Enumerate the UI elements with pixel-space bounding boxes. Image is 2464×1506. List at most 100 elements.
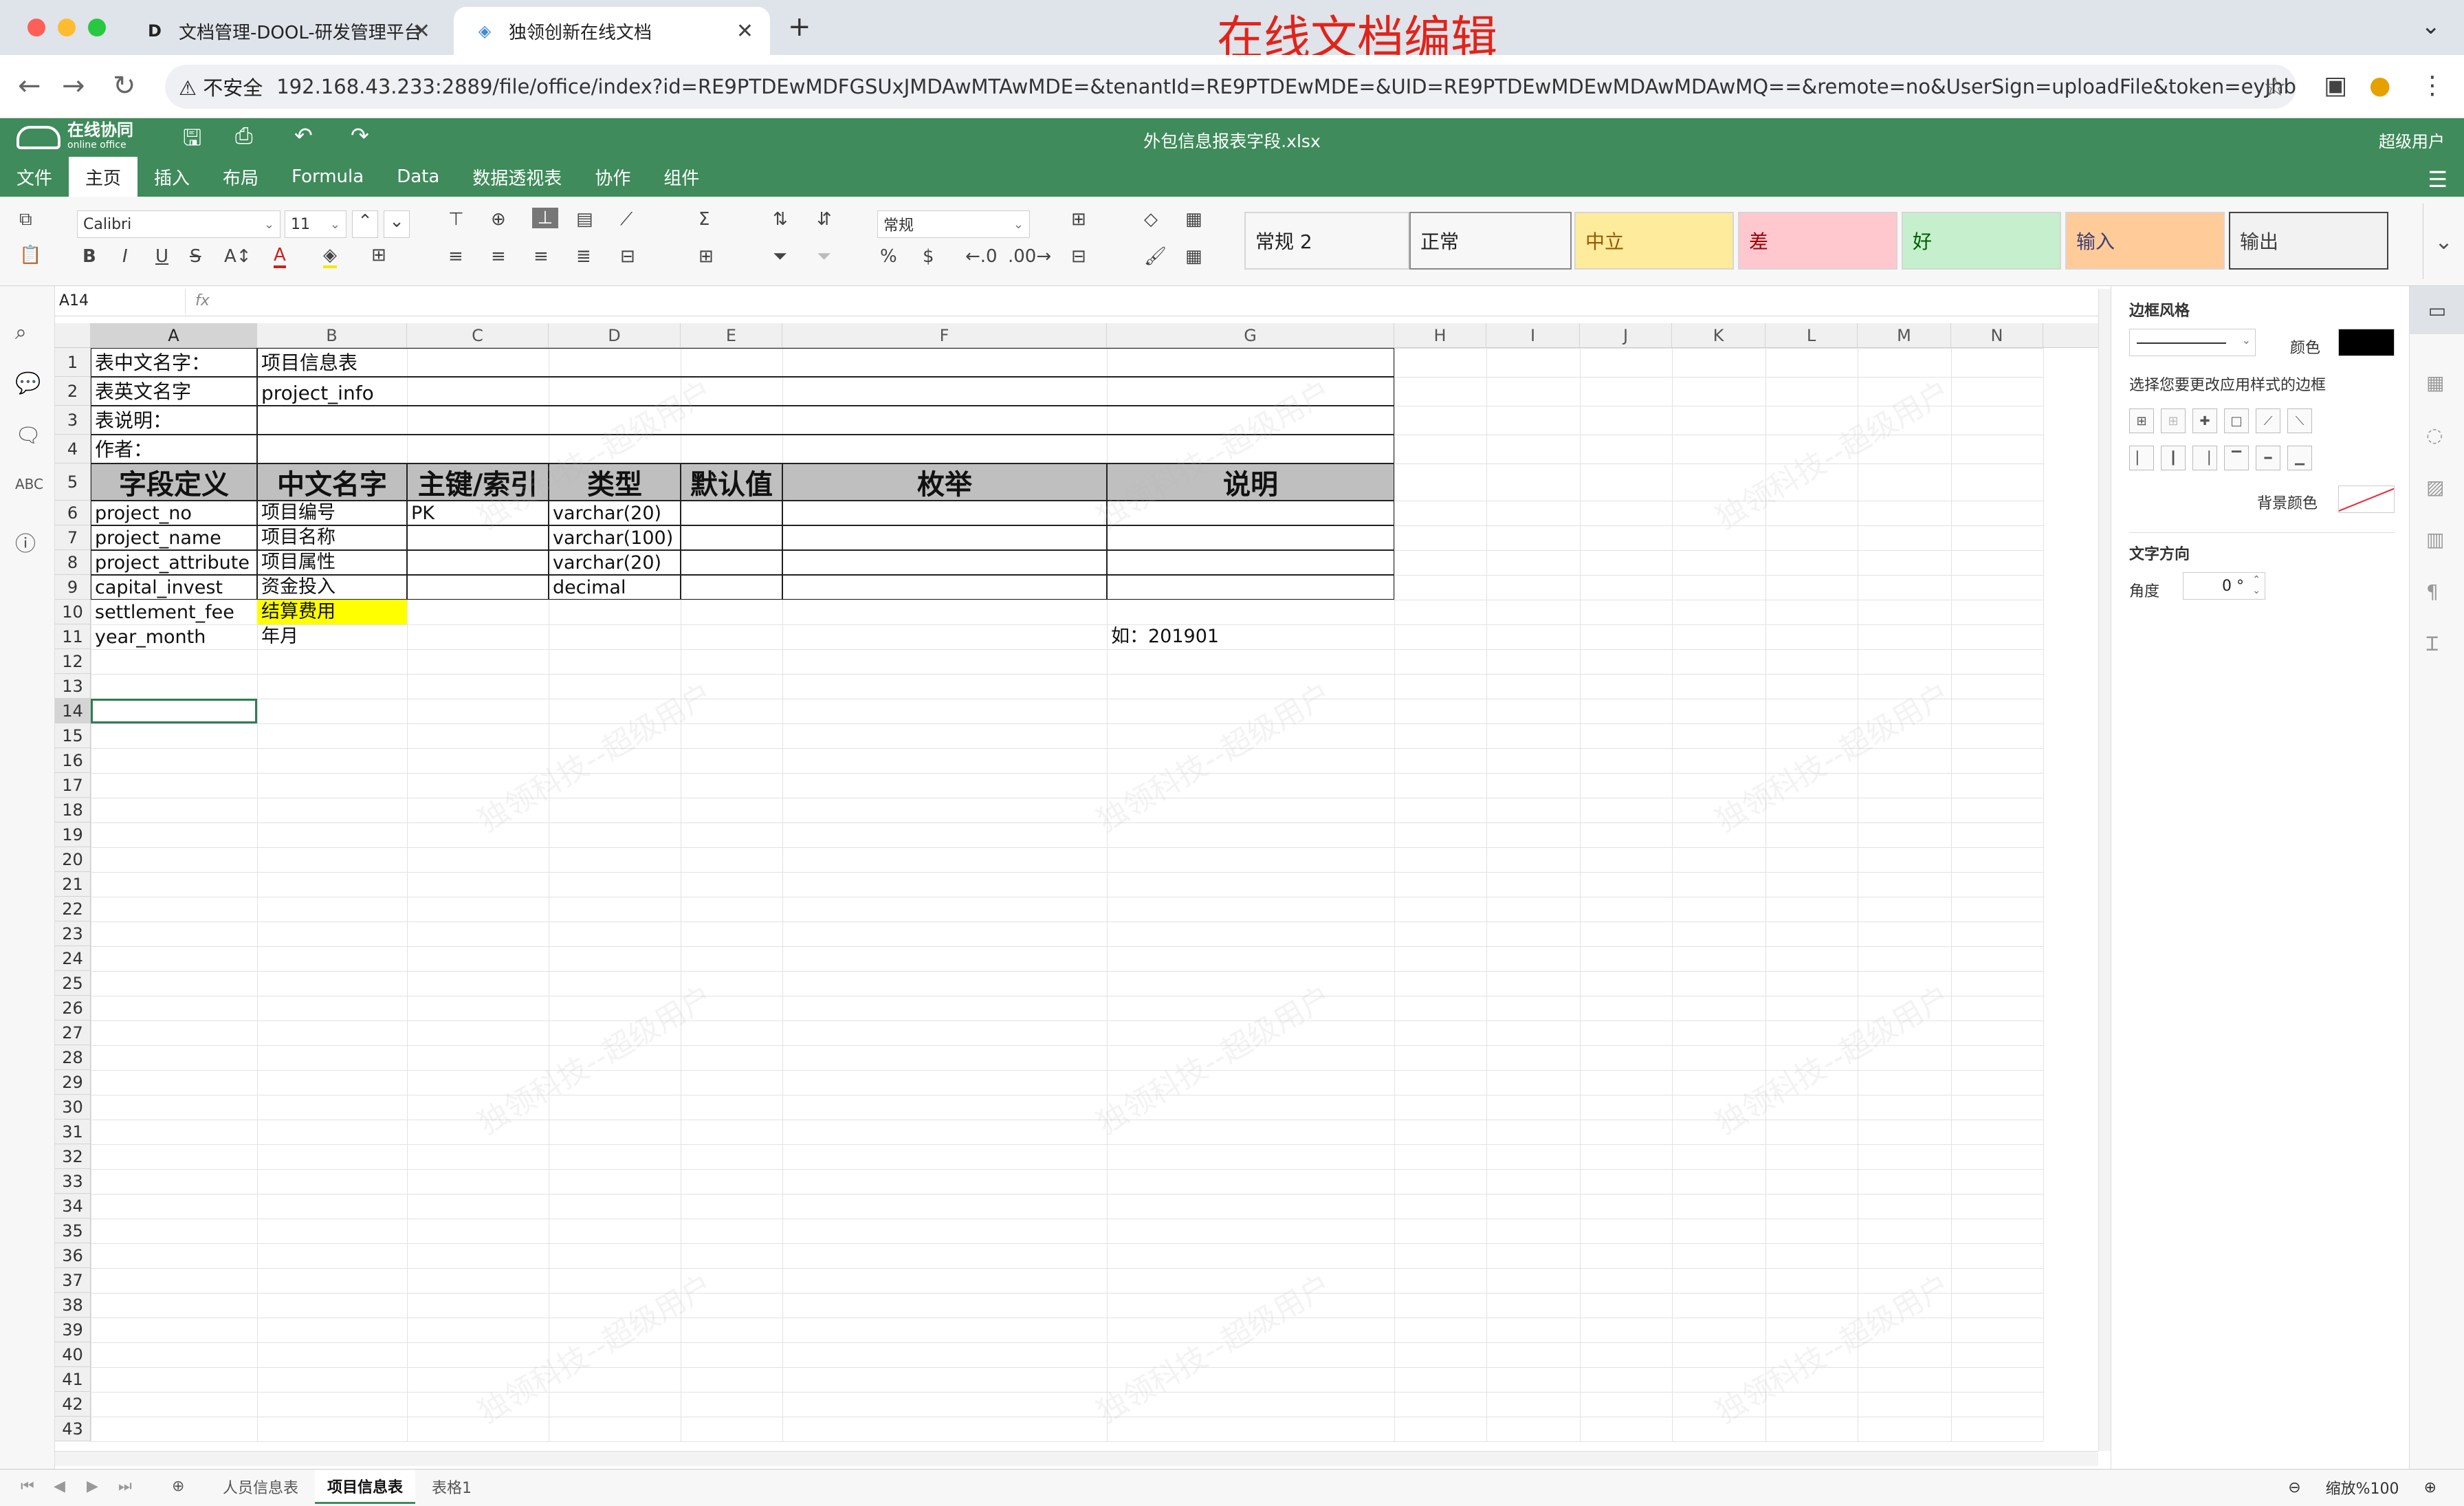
align-bottom-icon[interactable]: ⊥ — [532, 208, 558, 228]
row-header-39[interactable]: 39 — [55, 1318, 91, 1342]
justify-icon[interactable]: ≣ — [576, 246, 591, 267]
conditional-format-icon[interactable]: ▦ — [1185, 209, 1202, 230]
column-header-e[interactable]: E — [681, 323, 782, 348]
menu-collaborate[interactable]: 协作 — [578, 157, 647, 197]
info-icon[interactable]: ⓘ — [15, 527, 36, 557]
cell-a10[interactable]: settlement_fee — [91, 600, 257, 624]
row-header-23[interactable]: 23 — [55, 921, 91, 946]
font-color-icon[interactable]: A — [274, 245, 286, 268]
paste-icon[interactable]: 📋 — [19, 245, 41, 265]
row-header-31[interactable]: 31 — [55, 1120, 91, 1144]
next-sheet-icon[interactable]: ▶ — [87, 1478, 98, 1495]
align-center-icon[interactable]: ≡ — [491, 246, 506, 267]
border-right-icon[interactable]: ▕ — [2192, 446, 2217, 470]
border-vertical-icon[interactable]: ┃ — [2161, 446, 2186, 470]
row-header-30[interactable]: 30 — [55, 1095, 91, 1120]
currency-icon[interactable]: $ — [923, 246, 934, 267]
comment-icon[interactable]: 💬 — [15, 371, 41, 395]
zoom-out-icon[interactable]: ⊖ — [2288, 1479, 2300, 1496]
clear-filter-icon[interactable]: ⏷ — [817, 246, 831, 268]
percent-icon[interactable]: % — [880, 246, 897, 267]
formula-input[interactable] — [227, 289, 2083, 314]
clear-icon[interactable]: ◇ — [1144, 209, 1158, 230]
zoom-in-icon[interactable]: ⊕ — [2424, 1479, 2436, 1496]
sidebar-toggle-icon[interactable]: ▣ — [2324, 72, 2347, 100]
border-diag-down-icon[interactable]: ⟍ — [2287, 408, 2312, 433]
user-name[interactable]: 超级用户 — [2379, 128, 2445, 152]
image-settings-icon[interactable]: ▨ — [2426, 476, 2444, 499]
close-window-button[interactable] — [28, 19, 45, 36]
row-header-3[interactable]: 3 — [55, 406, 91, 435]
column-header-l[interactable]: L — [1766, 323, 1858, 348]
vertical-scrollbar[interactable] — [2098, 289, 2111, 1451]
menu-formula[interactable]: Formula — [275, 157, 380, 197]
number-format-select[interactable]: 常规 ⌄ — [877, 210, 1030, 238]
name-box[interactable]: A14 — [55, 289, 186, 314]
underline-icon[interactable]: U — [155, 246, 168, 267]
delete-cells-icon[interactable]: ⊟ — [1071, 246, 1086, 267]
add-sheet-icon[interactable]: ⊕ — [172, 1478, 184, 1495]
menu-layout[interactable]: 布局 — [206, 157, 275, 197]
shape-settings-icon[interactable]: ◌ — [2426, 424, 2443, 446]
border-inner-icon[interactable]: ✚ — [2192, 408, 2217, 433]
row-header-17[interactable]: 17 — [55, 773, 91, 798]
sheet-tab-staff[interactable]: 人员信息表 — [210, 1470, 311, 1504]
border-diag-up-icon[interactable]: ⟋ — [2256, 408, 2280, 433]
search-icon[interactable]: ⌕ — [15, 320, 27, 345]
style-input[interactable]: 输入 — [2065, 212, 2225, 270]
align-right-icon[interactable]: ≡ — [534, 246, 549, 267]
strikethrough-icon[interactable]: S — [190, 246, 201, 267]
horizontal-scrollbar[interactable] — [55, 1451, 2098, 1466]
row-header-12[interactable]: 12 — [55, 649, 91, 674]
hamburger-menu-icon[interactable]: ☰ — [2428, 166, 2448, 193]
border-horizontal-icon[interactable]: ━ — [2256, 446, 2280, 470]
close-tab-icon[interactable]: ✕ — [413, 19, 430, 43]
chevron-down-icon[interactable]: ⌄ — [2421, 12, 2441, 40]
row-header-8[interactable]: 8 — [55, 550, 91, 575]
cell-b10[interactable]: 结算费用 — [257, 600, 407, 624]
border-outer-icon[interactable]: □ — [2224, 408, 2249, 433]
row-header-13[interactable]: 13 — [55, 674, 91, 699]
stepper-arrows-icon[interactable]: ⌃ ⌄ — [2252, 574, 2260, 596]
font-size-select[interactable]: 11 ⌄ — [285, 210, 346, 238]
sort-ascending-icon[interactable]: ⇅ — [773, 209, 788, 230]
paragraph-settings-icon[interactable]: ¶ — [2426, 580, 2439, 603]
sort-descending-icon[interactable]: ⇵ — [817, 209, 832, 230]
sum-icon[interactable]: Σ — [698, 209, 710, 230]
menu-data[interactable]: Data — [380, 157, 456, 197]
row-header-26[interactable]: 26 — [55, 996, 91, 1021]
row-header-38[interactable]: 38 — [55, 1293, 91, 1318]
column-header-h[interactable]: H — [1394, 323, 1486, 348]
close-tab-icon[interactable]: ✕ — [736, 19, 754, 43]
column-header-j[interactable]: J — [1580, 323, 1672, 348]
row-header-7[interactable]: 7 — [55, 525, 91, 550]
column-header-k[interactable]: K — [1672, 323, 1766, 348]
chevron-down-icon[interactable]: ⌄ — [2423, 204, 2464, 279]
row-header-25[interactable]: 25 — [55, 971, 91, 996]
first-sheet-icon[interactable]: ⏮ — [21, 1478, 34, 1495]
align-top-icon[interactable]: ⊤ — [448, 209, 464, 230]
row-header-33[interactable]: 33 — [55, 1169, 91, 1194]
column-header-c[interactable]: C — [407, 323, 549, 348]
column-header-b[interactable]: B — [257, 323, 407, 348]
border-top-icon[interactable]: ▔ — [2224, 446, 2249, 470]
reload-icon[interactable]: ↻ — [113, 70, 136, 102]
maximize-window-button[interactable] — [88, 19, 106, 36]
row-header-4[interactable]: 4 — [55, 435, 91, 463]
browser-tab-docmgmt[interactable]: D 文档管理-DOOL-研发管理平台 ✕ — [124, 7, 447, 55]
row-header-20[interactable]: 20 — [55, 847, 91, 872]
forward-icon[interactable]: → — [62, 70, 85, 102]
text-orientation-icon[interactable]: ⟋ — [620, 209, 632, 230]
row-header-24[interactable]: 24 — [55, 946, 91, 971]
angle-stepper[interactable]: 0 ° ⌃ ⌄ — [2183, 572, 2265, 600]
select-all-corner[interactable] — [55, 323, 91, 348]
row-header-42[interactable]: 42 — [55, 1392, 91, 1417]
menu-file[interactable]: 文件 — [0, 157, 69, 197]
italic-icon[interactable]: I — [122, 246, 128, 267]
column-header-i[interactable]: I — [1486, 323, 1580, 348]
row-header-43[interactable]: 43 — [55, 1417, 91, 1441]
borders-icon[interactable]: ⊞ — [371, 245, 386, 265]
insert-cells-icon[interactable]: ⊞ — [1071, 209, 1086, 230]
text-art-settings-icon[interactable]: Ꮖ — [2426, 633, 2439, 656]
profile-avatar-icon[interactable]: ● — [2369, 72, 2390, 100]
